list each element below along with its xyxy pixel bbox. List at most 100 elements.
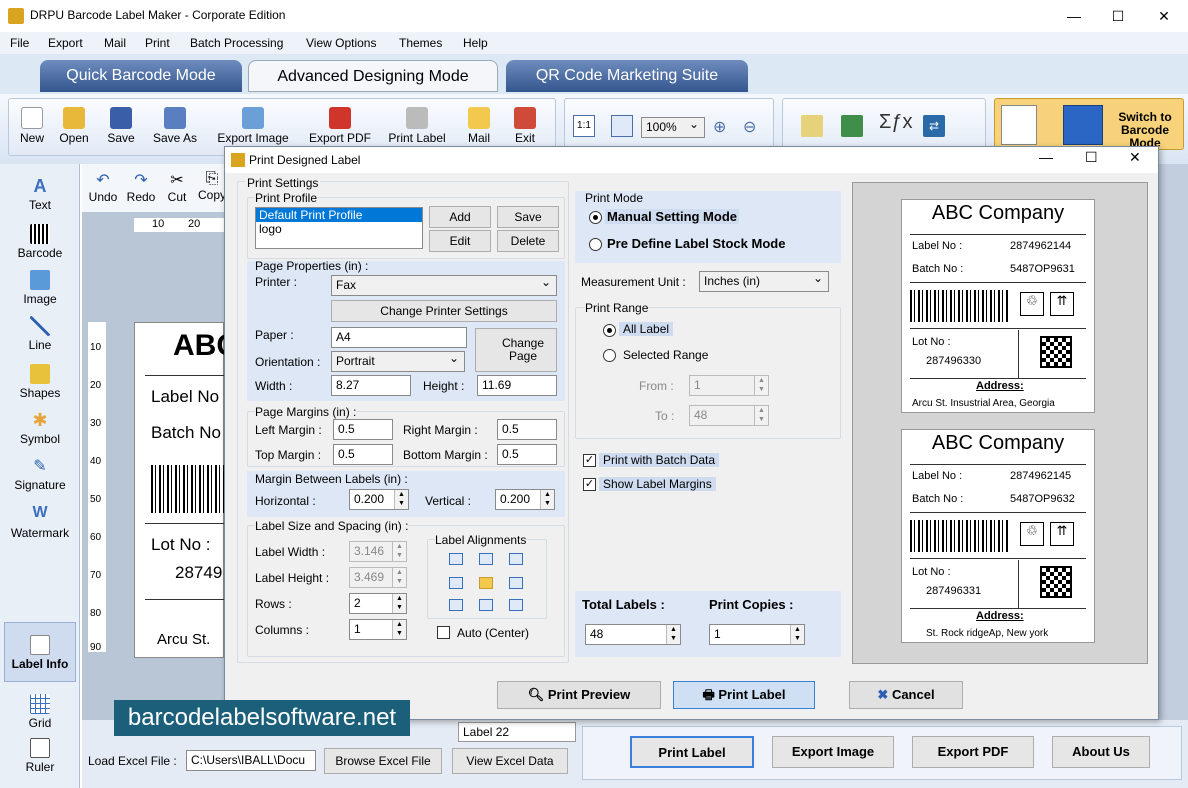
printer-select[interactable]: Fax xyxy=(331,273,557,296)
menu-view-options[interactable]: View Options xyxy=(306,36,376,50)
menu-batch-processing[interactable]: Batch Processing xyxy=(190,36,283,50)
align-top-left-icon[interactable] xyxy=(449,553,463,565)
canvas-label-no[interactable]: Label No xyxy=(151,387,219,407)
delete-profile-button[interactable]: Delete xyxy=(497,230,559,252)
save-profile-button[interactable]: Save xyxy=(497,206,559,228)
menu-print[interactable]: Print xyxy=(145,36,170,50)
menu-themes[interactable]: Themes xyxy=(399,36,442,50)
align-bottom-right-icon[interactable] xyxy=(509,599,523,611)
align-top-right-icon[interactable] xyxy=(509,553,523,565)
tool-symbol[interactable]: ✱ Symbol xyxy=(4,410,76,446)
align-bottom-left-icon[interactable] xyxy=(449,599,463,611)
selected-range-radio[interactable] xyxy=(603,349,616,362)
new-button[interactable]: New xyxy=(17,107,47,145)
label-combo[interactable]: Label 22 xyxy=(458,722,576,742)
zoom-select[interactable]: 100% xyxy=(641,115,705,138)
mail-button[interactable]: Mail xyxy=(463,107,495,145)
canvas-lot-value[interactable]: 28749 xyxy=(175,563,222,583)
export-pdf-button[interactable]: Export PDF xyxy=(305,107,375,145)
spinner-icon[interactable]: ▲ ▼ xyxy=(666,625,680,644)
auto-center-checkbox[interactable] xyxy=(437,626,450,639)
canvas-lot-no[interactable]: Lot No : xyxy=(151,535,211,555)
tool-shapes[interactable]: Shapes xyxy=(4,364,76,400)
browse-excel-button[interactable]: Browse Excel File xyxy=(324,748,442,774)
label-height-field[interactable]: 3.469 ▲ ▼ xyxy=(349,567,407,588)
about-us-button[interactable]: About Us xyxy=(1052,736,1150,768)
columns-field[interactable]: 1 ▲ ▼ xyxy=(349,619,407,640)
spinner-icon[interactable]: ▲ ▼ xyxy=(754,406,768,425)
canvas-label[interactable]: ABC Label No Batch No Lot No : 28749 Arc… xyxy=(134,322,238,658)
excel-icon[interactable] xyxy=(841,115,863,137)
export-image-bottom-button[interactable]: Export Image xyxy=(772,736,894,768)
excel-path-field[interactable]: C:\Users\IBALL\Docu xyxy=(186,750,316,771)
actual-size-icon[interactable]: 1:1 xyxy=(573,115,595,137)
tool-grid[interactable]: Grid xyxy=(4,694,76,730)
edit-icon[interactable] xyxy=(801,115,823,137)
swap-icon[interactable]: ⇄ xyxy=(923,115,945,137)
tool-watermark[interactable]: W Watermark xyxy=(4,504,76,540)
align-bottom-center-icon[interactable] xyxy=(479,599,493,611)
spinner-icon[interactable]: ▲ ▼ xyxy=(540,490,554,509)
align-middle-left-icon[interactable] xyxy=(449,577,463,589)
menu-export[interactable]: Export xyxy=(48,36,83,50)
left-margin-field[interactable]: 0.5 xyxy=(333,419,393,440)
height-field[interactable]: 11.69 xyxy=(477,375,557,396)
save-as-button[interactable]: Save As xyxy=(149,107,201,145)
tool-image[interactable]: Image xyxy=(4,270,76,306)
tool-ruler[interactable]: Ruler xyxy=(4,738,76,774)
manual-mode-radio[interactable] xyxy=(589,211,602,224)
exit-button[interactable]: Exit xyxy=(509,107,541,145)
add-profile-button[interactable]: Add xyxy=(429,206,491,228)
dialog-minimize-icon[interactable]: — xyxy=(1039,149,1053,165)
export-image-button[interactable]: Export Image xyxy=(213,107,293,145)
print-copies-field[interactable]: 1 ▲ ▼ xyxy=(709,624,805,645)
print-label-bottom-button[interactable]: Print Label xyxy=(630,736,754,768)
canvas-batch-no[interactable]: Batch No xyxy=(151,423,221,443)
tab-advanced-designing-mode[interactable]: Advanced Designing Mode xyxy=(248,60,498,92)
all-label-radio[interactable] xyxy=(603,324,616,337)
measurement-unit-select[interactable]: Inches (in) xyxy=(699,269,829,292)
predefine-mode-radio[interactable] xyxy=(589,238,602,251)
canvas-address[interactable]: Arcu St. xyxy=(157,631,210,648)
paper-field[interactable]: A4 xyxy=(331,327,467,348)
profile-list[interactable]: Default Print Profile logo xyxy=(255,207,423,249)
open-button[interactable]: Open xyxy=(57,107,91,145)
spinner-icon[interactable]: ▲ ▼ xyxy=(392,594,406,613)
top-margin-field[interactable]: 0.5 xyxy=(333,444,393,465)
cancel-button[interactable]: ✖ Cancel xyxy=(849,681,963,709)
batch-data-checkbox[interactable]: ✓ xyxy=(583,454,596,467)
from-field[interactable]: 1 ▲ ▼ xyxy=(689,375,769,396)
dialog-maximize-icon[interactable]: ☐ xyxy=(1085,149,1098,166)
minimize-icon[interactable]: — xyxy=(1064,6,1084,26)
cut-button[interactable]: ✂ Cut xyxy=(164,170,190,204)
bottom-margin-field[interactable]: 0.5 xyxy=(497,444,557,465)
menu-file[interactable]: File xyxy=(10,36,29,50)
print-label-dialog-button[interactable]: 🖶 Print Label xyxy=(673,681,815,709)
switch-to-barcode-mode-button[interactable]: Switch to Barcode Mode xyxy=(994,98,1184,150)
canvas-barcode[interactable] xyxy=(151,465,225,513)
spinner-icon[interactable]: ▲ ▼ xyxy=(392,542,406,561)
export-pdf-bottom-button[interactable]: Export PDF xyxy=(912,736,1034,768)
print-preview-button[interactable]: 🔍︎ Print Preview xyxy=(497,681,661,709)
vertical-field[interactable]: 0.200 ▲ ▼ xyxy=(495,489,555,510)
spinner-icon[interactable]: ▲ ▼ xyxy=(392,568,406,587)
to-field[interactable]: 48 ▲ ▼ xyxy=(689,405,769,426)
spinner-icon[interactable]: ▲ ▼ xyxy=(392,620,406,639)
menu-help[interactable]: Help xyxy=(463,36,488,50)
spinner-icon[interactable]: ▲ ▼ xyxy=(754,376,768,395)
label-width-field[interactable]: 3.146 ▲ ▼ xyxy=(349,541,407,562)
align-middle-right-icon[interactable] xyxy=(509,577,523,589)
zoom-in-icon[interactable]: ⊕ xyxy=(713,117,726,137)
zoom-out-icon[interactable]: ⊖ xyxy=(743,117,756,137)
fit-to-window-icon[interactable] xyxy=(611,115,633,137)
tab-quick-barcode-mode[interactable]: Quick Barcode Mode xyxy=(40,60,242,92)
tool-line[interactable]: Line xyxy=(4,316,76,352)
right-margin-field[interactable]: 0.5 xyxy=(497,419,557,440)
width-field[interactable]: 8.27 xyxy=(331,375,411,396)
tool-text[interactable]: A Text xyxy=(4,176,76,212)
menu-mail[interactable]: Mail xyxy=(104,36,126,50)
tab-qr-code-marketing-suite[interactable]: QR Code Marketing Suite xyxy=(506,60,748,92)
spinner-icon[interactable]: ▲ ▼ xyxy=(790,625,804,644)
undo-button[interactable]: ↶ Undo xyxy=(88,170,118,204)
horizontal-field[interactable]: 0.200 ▲ ▼ xyxy=(349,489,409,510)
